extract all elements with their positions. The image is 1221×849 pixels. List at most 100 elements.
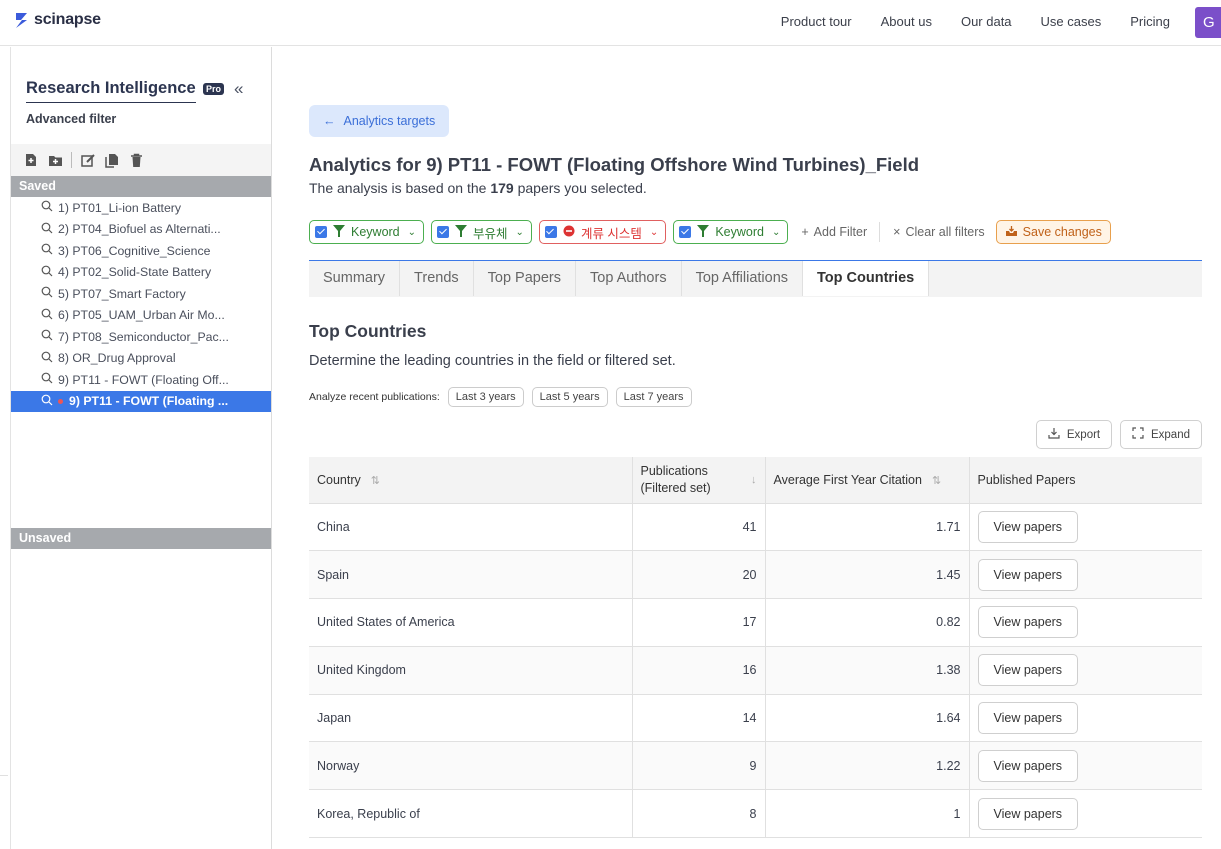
search-icon	[41, 200, 55, 215]
tab-top-papers[interactable]: Top Papers	[474, 261, 576, 296]
logo[interactable]: scinapse	[14, 11, 101, 29]
edit-icon[interactable]	[78, 150, 98, 170]
saved-item[interactable]: 4) PT02_Solid-State Battery	[11, 262, 271, 284]
avatar[interactable]: G	[1195, 7, 1221, 38]
delete-icon[interactable]	[126, 150, 146, 170]
checkbox-icon[interactable]	[544, 226, 557, 238]
view-papers-button[interactable]: View papers	[977, 654, 1079, 687]
recent-label: Analyze recent publications:	[309, 391, 440, 403]
saved-item[interactable]: 2) PT04_Biofuel as Alternati...	[11, 219, 271, 241]
table-row: Spain 20 1.45 View papers	[309, 550, 1202, 600]
citation-cell: 1.45	[765, 550, 970, 600]
tab-summary[interactable]: Summary	[309, 261, 401, 296]
export-button[interactable]: Export	[1036, 420, 1112, 449]
nav-links: Product tour About us Our data Use cases…	[781, 14, 1170, 29]
sort-icon: ⇅	[931, 474, 942, 487]
checkbox-icon[interactable]	[437, 226, 450, 238]
tab-top-countries[interactable]: Top Countries	[803, 261, 930, 296]
search-icon	[41, 394, 55, 409]
publications-cell: 20	[632, 550, 766, 600]
section-description: Determine the leading countries in the f…	[309, 353, 676, 369]
sort-icon: ⇅	[370, 474, 380, 487]
tab-top-authors[interactable]: Top Authors	[576, 261, 682, 296]
exclude-icon	[563, 225, 575, 240]
search-icon	[41, 243, 55, 258]
last-5-years-button[interactable]: Last 5 years	[531, 387, 608, 407]
pro-badge: Pro	[203, 83, 225, 95]
citation-cell: 1	[765, 789, 970, 839]
logo-icon	[14, 12, 29, 29]
copy-icon[interactable]	[102, 150, 122, 170]
sort-desc-icon: ↓	[751, 473, 757, 486]
checkbox-icon[interactable]	[679, 226, 692, 238]
view-papers-button[interactable]: View papers	[977, 797, 1079, 830]
country-cell: Korea, Republic of	[309, 789, 633, 839]
close-icon: ×	[893, 225, 901, 239]
saved-item[interactable]: 7) PT08_Semiconductor_Pac...	[11, 326, 271, 348]
column-header-country[interactable]: Country ⇅	[309, 457, 633, 504]
filter-chip-mooring-system[interactable]: 계류 시스템 ⌄	[538, 220, 667, 244]
tab-top-affiliations[interactable]: Top Affiliations	[682, 261, 804, 296]
view-papers-button[interactable]: View papers	[977, 702, 1079, 735]
nav-use-cases[interactable]: Use cases	[1041, 14, 1102, 29]
view-papers-button[interactable]: View papers	[977, 510, 1079, 543]
new-folder-icon[interactable]	[45, 150, 65, 170]
table-row: Japan 14 1.64 View papers	[309, 694, 1202, 743]
save-changes-button[interactable]: Save changes	[995, 220, 1111, 244]
expand-button[interactable]: Expand	[1120, 420, 1202, 449]
saved-section-header[interactable]: Saved	[11, 176, 271, 197]
view-papers-button[interactable]: View papers	[977, 749, 1079, 782]
checkbox-icon[interactable]	[315, 226, 327, 238]
nav-our-data[interactable]: Our data	[961, 14, 1012, 29]
nav-pricing[interactable]: Pricing	[1130, 14, 1170, 29]
view-papers-button[interactable]: View papers	[977, 558, 1079, 591]
analytics-targets-button[interactable]: ← Analytics targets	[309, 105, 450, 137]
search-icon	[41, 222, 55, 237]
expand-icon	[1132, 427, 1144, 442]
plus-icon: +	[801, 225, 809, 239]
page-title: Analytics for 9) PT11 - FOWT (Floating O…	[309, 154, 920, 175]
column-header-publications[interactable]: Publications (Filtered set) ↓	[632, 457, 766, 504]
country-cell: Japan	[309, 694, 633, 743]
last-3-years-button[interactable]: Last 3 years	[447, 387, 524, 407]
saved-item[interactable]: 5) PT07_Smart Factory	[11, 283, 271, 305]
recent-publications: Analyze recent publications: Last 3 year…	[309, 387, 692, 407]
unsaved-section-header[interactable]: Unsaved	[11, 528, 271, 549]
chevron-down-icon: ⌄	[649, 226, 659, 238]
search-icon	[41, 351, 55, 366]
saved-item[interactable]: 8) OR_Drug Approval	[11, 348, 271, 370]
filter-chip-floating-body[interactable]: 부유체 ⌄	[431, 220, 532, 244]
section-title: Top Countries	[309, 321, 427, 341]
filter-chip-keyword[interactable]: Keyword ⌄	[309, 220, 425, 244]
table-row: Korea, Republic of 8 1 View papers	[309, 789, 1202, 839]
filter-bar: Keyword ⌄ 부유체 ⌄ 계류 시스템 ⌄ Keyword ⌄ + Add Filt…	[309, 220, 1111, 244]
new-file-icon[interactable]	[21, 150, 41, 170]
citation-cell: 1.71	[765, 503, 970, 552]
funnel-icon	[697, 224, 710, 240]
nav-about-us[interactable]: About us	[881, 14, 932, 29]
saved-item[interactable]: 6) PT05_UAM_Urban Air Mo...	[11, 305, 271, 327]
filter-chip-keyword-2[interactable]: Keyword ⌄	[673, 220, 789, 244]
saved-list: 1) PT01_Li-ion Battery 2) PT04_Biofuel a…	[11, 197, 271, 412]
chevron-down-icon: ⌄	[771, 226, 781, 238]
view-papers-button[interactable]: View papers	[977, 606, 1079, 639]
page-subtitle: The analysis is based on the 179 papers …	[309, 180, 647, 196]
search-icon	[41, 372, 55, 387]
publications-cell: 17	[632, 598, 766, 647]
saved-item[interactable]: 9) PT11 - FOWT (Floating Off...	[11, 369, 271, 391]
column-header-citation[interactable]: Average First Year Citation ⇅	[765, 457, 970, 504]
last-7-years-button[interactable]: Last 7 years	[615, 387, 692, 407]
add-filter-button[interactable]: + Add Filter	[801, 225, 867, 239]
sidebar-title: Research Intelligence	[26, 79, 196, 103]
citation-cell: 1.22	[765, 741, 970, 791]
tab-trends[interactable]: Trends	[400, 261, 474, 296]
citation-cell: 0.82	[765, 598, 970, 647]
saved-item[interactable]: 1) PT01_Li-ion Battery	[11, 197, 271, 219]
analytics-tabs: Summary Trends Top Papers Top Authors To…	[309, 260, 1202, 297]
saved-item-active[interactable]: 9) PT11 - FOWT (Floating ...	[11, 390, 271, 412]
saved-item[interactable]: 3) PT06_Cognitive_Science	[11, 240, 271, 262]
clear-filters-button[interactable]: × Clear all filters	[893, 225, 985, 239]
nav-product-tour[interactable]: Product tour	[781, 14, 852, 29]
collapse-sidebar-icon[interactable]: «	[234, 79, 243, 99]
publications-cell: 8	[632, 789, 766, 839]
